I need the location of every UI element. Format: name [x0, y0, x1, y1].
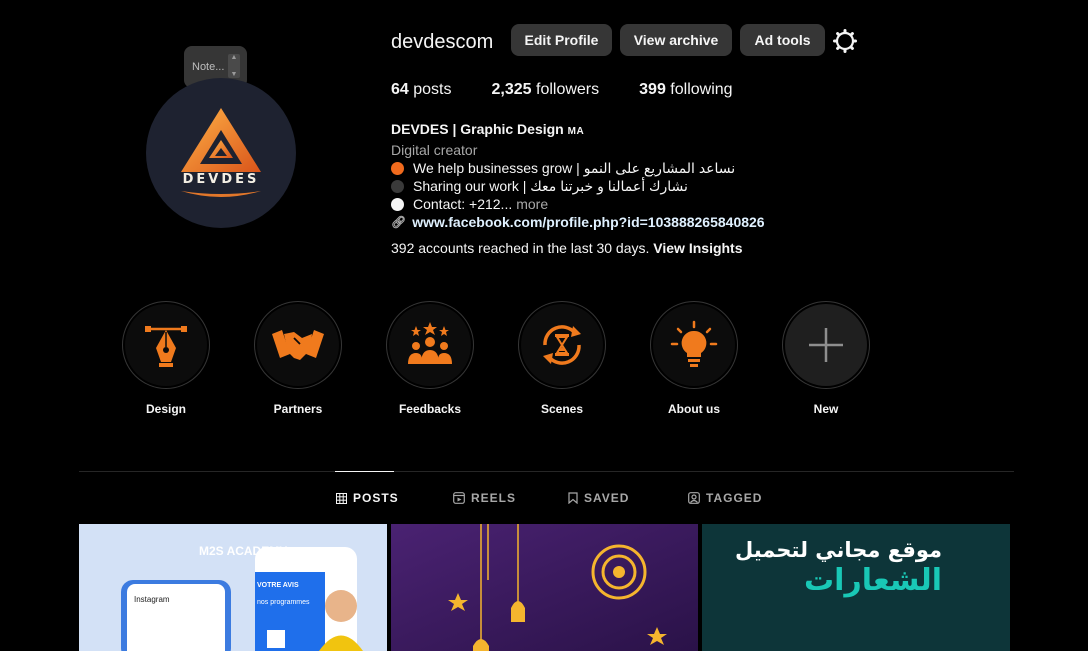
following-label: following — [670, 81, 733, 98]
bio: DEVDES | Graphic Design MA Digital creat… — [391, 120, 765, 231]
posts-label: posts — [413, 81, 452, 98]
link-icon: 🔗︎ — [391, 215, 407, 229]
post-app-text: Instagram — [134, 595, 170, 604]
profile-tabs: POSTS REELS SAVED TAGGED — [0, 491, 1088, 507]
bookmark-icon — [568, 492, 578, 504]
insights-text: 392 accounts reached in the last 30 days… — [391, 240, 650, 256]
bio-line-text: Sharing our work | نشارك أعمالنا و خبرتن… — [413, 178, 688, 194]
edit-profile-button[interactable]: Edit Profile — [511, 24, 612, 56]
post-thumbnail[interactable]: M2S ACADEMY Instagram VOTRE AVIS nos pro… — [79, 524, 387, 651]
highlight-partners[interactable]: Partners — [253, 301, 343, 416]
people-stars-icon — [408, 322, 452, 364]
orange-circle-icon — [391, 161, 404, 175]
active-tab-indicator — [335, 471, 394, 472]
plus-icon — [809, 328, 843, 362]
post-thumbnail[interactable] — [391, 524, 698, 651]
highlight-label: Scenes — [540, 402, 584, 416]
posts-stat: 64 posts — [391, 81, 452, 99]
avatar[interactable]: DEVDES — [146, 78, 296, 228]
highlight-scenes[interactable]: Scenes — [517, 301, 607, 416]
avatar-text: DEVDES — [182, 171, 260, 187]
handshake-icon — [272, 330, 324, 360]
insights: 392 accounts reached in the last 30 days… — [391, 240, 743, 256]
tag-icon — [688, 492, 700, 504]
ad-tools-button[interactable]: Ad tools — [740, 24, 825, 56]
tab-label: REELS — [471, 491, 517, 505]
tabs-divider — [79, 471, 1014, 472]
highlight-feedbacks[interactable]: Feedbacks — [385, 301, 475, 416]
tab-tagged[interactable]: TAGGED — [688, 491, 762, 505]
devdes-logo-icon — [181, 107, 261, 172]
profile-name: DEVDES | Graphic Design MA — [391, 120, 765, 141]
white-circle-icon — [391, 197, 404, 211]
grid-icon — [336, 492, 347, 504]
settings-gear-icon[interactable] — [832, 28, 858, 54]
followers-count: 2,325 — [491, 81, 532, 98]
highlight-about-us[interactable]: About us — [649, 301, 739, 416]
profile-stats: 64 posts 2,325 followers 399 following — [391, 81, 773, 99]
flag-icon: MA — [567, 126, 585, 137]
logo-swoosh-icon — [181, 190, 261, 197]
view-insights-link[interactable]: View Insights — [653, 240, 742, 256]
highlight-new[interactable]: New — [781, 301, 871, 416]
bio-line-text: We help businesses grow | نساعد المشاريع… — [413, 160, 736, 176]
following-count: 399 — [639, 81, 666, 98]
highlight-label: Design — [145, 402, 186, 416]
post-thumbnail[interactable]: موقع مجاني لتحميل الشعارات — [702, 524, 1010, 651]
tab-label: POSTS — [353, 491, 399, 505]
view-archive-button[interactable]: View archive — [620, 24, 732, 56]
reels-icon — [453, 492, 465, 504]
more-link[interactable]: more — [516, 195, 548, 213]
tab-reels[interactable]: REELS — [453, 491, 516, 505]
post-image: موقع مجاني لتحميل الشعارات — [702, 524, 1010, 651]
followers-stat[interactable]: 2,325 followers — [492, 81, 600, 99]
bio-line: Sharing our work | نشارك أعمالنا و خبرتن… — [391, 177, 765, 195]
followers-label: followers — [536, 81, 600, 98]
posts-count: 64 — [391, 81, 409, 98]
bio-link-text: www.facebook.com/profile.php?id=10388826… — [412, 214, 765, 230]
note-placeholder: Note... — [192, 61, 225, 73]
highlight-label: New — [813, 402, 839, 416]
profile-name-text: DEVDES | Graphic Design — [391, 121, 564, 137]
highlight-label: Partners — [273, 402, 323, 416]
highlight-label: About us — [668, 402, 720, 416]
username: devdescom — [391, 31, 494, 53]
pen-tool-icon — [145, 326, 187, 367]
bio-line: Contact: +212... more — [391, 195, 765, 213]
hourglass-refresh-icon — [543, 325, 581, 365]
post-image — [391, 524, 698, 651]
following-stat[interactable]: 399 following — [639, 81, 732, 99]
bio-link[interactable]: 🔗︎ www.facebook.com/profile.php?id=10388… — [391, 213, 765, 231]
post-headline-text: VOTRE AVIS — [257, 582, 299, 589]
post-arabic-line1: موقع مجاني لتحميل — [735, 538, 942, 562]
tab-label: TAGGED — [706, 491, 763, 505]
highlight-design[interactable]: Design — [121, 301, 211, 416]
post-subline-text: nos programmes — [257, 599, 310, 606]
post-image: M2S ACADEMY Instagram VOTRE AVIS nos pro… — [79, 524, 387, 651]
note-spinner: ▲ ▼ — [228, 54, 240, 78]
story-highlights: Design Partners Feedbacks Scenes About u… — [121, 301, 913, 416]
tab-posts[interactable]: POSTS — [336, 491, 399, 505]
bio-line: We help businesses grow | نساعد المشاريع… — [391, 159, 765, 177]
highlight-label: Feedbacks — [398, 402, 462, 416]
lightbulb-icon — [670, 320, 718, 367]
avatar-image: DEVDES — [146, 78, 296, 228]
tab-label: SAVED — [584, 491, 630, 505]
black-circle-icon — [391, 179, 404, 193]
bio-line-text: Contact: +212... — [413, 196, 513, 212]
tab-saved[interactable]: SAVED — [568, 491, 629, 505]
post-arabic-line2: الشعارات — [804, 563, 942, 598]
profile-category: Digital creator — [391, 142, 478, 158]
